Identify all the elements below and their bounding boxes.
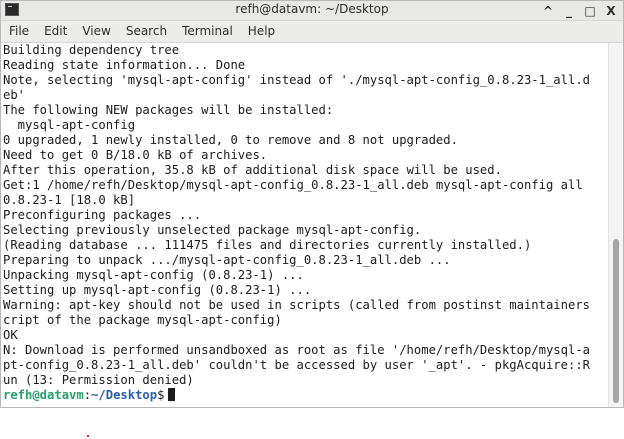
terminal-prompt-line[interactable]: refh@datavm:~/Desktop$	[3, 388, 176, 403]
terminal-line: After this operation, 35.8 kB of additio…	[3, 163, 502, 177]
prompt-path: ~/Desktop	[91, 388, 158, 402]
terminal-line: 0 upgraded, 1 newly installed, 0 to remo…	[3, 133, 458, 147]
window-title: refh@datavm: ~/Desktop	[235, 2, 389, 16]
terminal-line: OK	[3, 328, 18, 342]
terminal-line: Warning: apt-key should not be used in s…	[3, 298, 590, 312]
terminal-window: refh@datavm: ~/Desktop ^ _ □ X File Edit…	[0, 0, 624, 408]
terminal-line: Need to get 0 B/18.0 kB of archives.	[3, 148, 268, 162]
prompt-user-host: refh@datavm	[3, 388, 84, 402]
title-bar[interactable]: refh@datavm: ~/Desktop ^ _ □ X	[1, 1, 623, 21]
menu-edit[interactable]: Edit	[36, 21, 67, 42]
terminal-line: Note, selecting 'mysql-apt-config' inste…	[3, 73, 590, 87]
shade-button[interactable]: ^	[542, 4, 554, 18]
menu-view[interactable]: View	[74, 21, 110, 42]
menu-search[interactable]: Search	[118, 21, 167, 42]
terminal-line: un (13: Permission denied)	[3, 373, 194, 387]
terminal-line: Unpacking mysql-apt-config (0.8.23-1) ..…	[3, 268, 304, 282]
menu-file[interactable]: File	[1, 21, 29, 42]
scrollbar-thumb[interactable]	[613, 239, 619, 403]
terminal-line: cript of the package mysql-apt-config)	[3, 313, 282, 327]
maximize-button[interactable]: □	[584, 4, 596, 18]
prompt-separator: :	[83, 388, 92, 402]
terminal-line: Preparing to unpack .../mysql-apt-config…	[3, 253, 451, 267]
menu-terminal[interactable]: Terminal	[174, 21, 233, 42]
terminal-line: Reading state information... Done	[3, 58, 246, 72]
menu-help[interactable]: Help	[240, 21, 275, 42]
terminal-line: eb'	[3, 88, 26, 102]
menu-bar: File Edit View Search Terminal Help	[1, 21, 623, 43]
terminal-line: Preconfiguring packages ...	[3, 208, 202, 222]
terminal-line: Setting up mysql-apt-config (0.8.23-1) .…	[3, 283, 312, 297]
stray-mark	[87, 435, 89, 437]
terminal-line: Get:1 /home/refh/Desktop/mysql-apt-confi…	[3, 178, 583, 192]
text-cursor	[168, 388, 176, 401]
terminal-line: (Reading database ... 111475 files and d…	[3, 238, 532, 252]
terminal-line: pt-config_0.8.23-1_all.deb' couldn't be …	[3, 358, 590, 372]
minimize-button[interactable]: _	[563, 4, 575, 18]
terminal-app-icon[interactable]	[5, 3, 19, 16]
prompt-symbol: $	[157, 388, 165, 402]
terminal-line: Building dependency tree	[3, 43, 180, 57]
terminal-line: Selecting previously unselected package …	[3, 223, 422, 237]
terminal-output[interactable]: Building dependency tree Reading state i…	[1, 43, 608, 407]
window-controls: ^ _ □ X	[542, 1, 617, 20]
close-button[interactable]: X	[605, 4, 617, 18]
vertical-scrollbar[interactable]	[608, 43, 623, 407]
terminal-line: The following NEW packages will be insta…	[3, 103, 334, 117]
terminal-line: N: Download is performed unsandboxed as …	[3, 343, 590, 357]
terminal-line: 0.8.23-1 [18.0 kB]	[3, 193, 136, 207]
terminal-line: mysql-apt-config	[3, 118, 136, 132]
